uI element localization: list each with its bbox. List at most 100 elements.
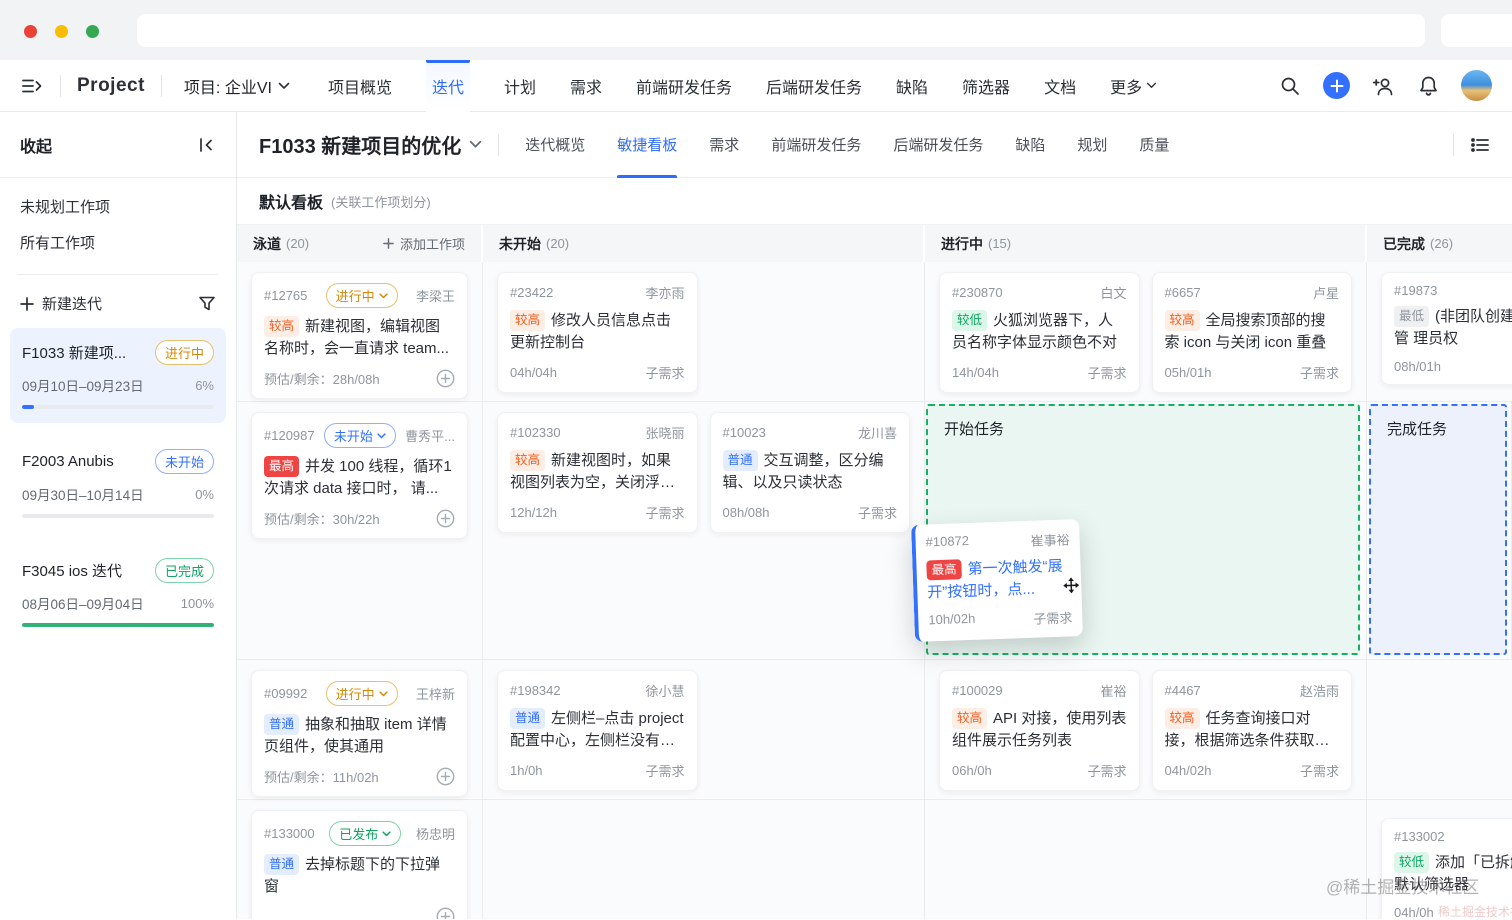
priority-badge: 较高 — [1165, 708, 1200, 729]
circle-plus-icon[interactable] — [436, 509, 455, 528]
task-card[interactable]: #09992 进行中 王梓新 普通抽象和抽取 item 详情页组件，使其通用 预… — [251, 670, 468, 797]
board-list-view-icon[interactable] — [1470, 136, 1490, 154]
cell-todo: #23422李亦雨 较高修改人员信息点击更新控制台 04h/04h子需求 — [483, 262, 925, 409]
card-id: #23422 — [510, 285, 553, 300]
chevron-down-icon — [1146, 82, 1157, 89]
task-card[interactable]: #100029崔裕 较高API 对接，使用列表组件展示任务列表 06h/0h子需… — [939, 670, 1140, 791]
nav-item-docs[interactable]: 文档 — [1044, 60, 1076, 112]
cell-todo: #198342徐小慧 普通左侧栏–点击 project 配置中心，左侧栏没有选中… — [483, 660, 925, 807]
nav-item-more[interactable]: 更多 — [1110, 60, 1157, 112]
task-card[interactable]: #23422李亦雨 较高修改人员信息点击更新控制台 04h/04h子需求 — [497, 272, 698, 393]
nav-item-plan[interactable]: 计划 — [504, 60, 536, 112]
task-card[interactable]: #102330张晓丽 较高新建视图时，如果视图列表为空，关闭浮窗时 12h/12… — [497, 412, 698, 533]
tab-agile-board[interactable]: 敏捷看板 — [617, 112, 677, 178]
plus-icon — [20, 297, 34, 311]
status-pill[interactable]: 进行中 — [326, 681, 398, 706]
task-card[interactable]: #120987 未开始 曹秀平... 最高并发 100 线程，循环1次请求 da… — [251, 412, 468, 539]
status-pill[interactable]: 已发布 — [329, 821, 401, 846]
top-nav: 项目概览 迭代 计划 需求 前端研发任务 后端研发任务 缺陷 筛选器 文档 更多 — [328, 60, 1157, 112]
tab-quality[interactable]: 质量 — [1139, 112, 1169, 178]
minimize-window-button[interactable] — [55, 25, 68, 38]
new-sprint-button[interactable]: 新建迭代 — [20, 293, 102, 314]
sprint-item-f3045[interactable]: F3045 ios 迭代 已完成 08月06日–09月04日 100% — [10, 546, 226, 641]
tab-defects[interactable]: 缺陷 — [1015, 112, 1045, 178]
task-card[interactable]: #19873 最低(非团队创建 project 管 理员权 08h/01h — [1381, 272, 1512, 385]
priority-badge: 较高 — [510, 310, 545, 331]
circle-plus-icon[interactable] — [436, 369, 455, 388]
priority-badge: 普通 — [264, 714, 299, 735]
task-card[interactable]: #4467赵浩雨 较高任务查询接口对接，根据筛选条件获取列表数据 04h/02h… — [1152, 670, 1353, 791]
task-card[interactable]: #133000 已发布 杨忠明 普通去掉标题下的下拉弹窗 — [251, 810, 468, 919]
maximize-window-button[interactable] — [86, 25, 99, 38]
nav-item-project-overview[interactable]: 项目概览 — [328, 60, 392, 112]
dragged-task-card[interactable]: #10872崔事裕 最高第一次触发“展开”按钮时，点... 10h/02h子需求 — [911, 519, 1083, 641]
status-pill[interactable]: 未开始 — [324, 423, 396, 448]
cell-swimlane: #120987 未开始 曹秀平... 最高并发 100 线程，循环1次请求 da… — [237, 402, 483, 659]
priority-badge: 普通 — [264, 854, 299, 875]
cell-doing — [925, 800, 1367, 919]
task-card[interactable]: #6657卢星 较高全局搜索顶部的搜索 icon 与关闭 icon 重叠 05h… — [1152, 272, 1353, 393]
status-pill[interactable]: 进行中 — [326, 283, 398, 308]
card-hours: 30h/22h — [333, 512, 380, 527]
sprint-progress-bar — [22, 405, 214, 409]
collapse-sidebar-icon[interactable] — [198, 137, 216, 153]
task-card[interactable]: #133002 较低添加「已拆解」组件默认筛选器 04h/0h — [1381, 818, 1512, 919]
task-card[interactable]: #10023龙川喜 普通交互调整，区分编辑、以及只读状态 08h/08h子需求 — [710, 412, 911, 533]
circle-plus-icon[interactable] — [436, 907, 455, 919]
close-window-button[interactable] — [24, 25, 37, 38]
subtask-tag: 子需求 — [1087, 363, 1126, 382]
filter-funnel-icon[interactable] — [198, 295, 216, 312]
add-work-item-button[interactable]: 添加工作项 — [383, 234, 465, 253]
card-assignee: 王梓新 — [416, 684, 455, 703]
task-card[interactable]: #12765 进行中 李梁王 较高新建视图，编辑视图名称时，会一直请求 team… — [251, 272, 468, 399]
search-icon[interactable] — [1279, 75, 1301, 97]
nav-item-requirements[interactable]: 需求 — [570, 60, 602, 112]
invite-member-icon[interactable] — [1372, 75, 1396, 97]
divider — [498, 134, 499, 156]
card-hours: 06h/0h — [952, 763, 992, 778]
sidebar-toggle-icon[interactable] — [20, 74, 44, 98]
nav-item-iteration[interactable]: 迭代 — [426, 60, 470, 112]
avatar[interactable] — [1461, 70, 1492, 101]
tab-frontend-tasks[interactable]: 前端研发任务 — [771, 112, 861, 178]
subtask-tag: 子需求 — [858, 503, 897, 522]
column-title: 进行中 — [941, 234, 983, 254]
swimlane-row: #12765 进行中 李梁王 较高新建视图，编辑视图名称时，会一直请求 team… — [237, 262, 1512, 402]
priority-badge: 普通 — [723, 450, 758, 471]
address-bar[interactable] — [137, 14, 1425, 47]
nav-item-filters[interactable]: 筛选器 — [962, 60, 1010, 112]
create-button[interactable] — [1323, 72, 1350, 99]
drop-zone-finish-task[interactable]: 完成任务 — [1369, 404, 1507, 655]
column-count: (15) — [988, 236, 1011, 251]
move-cursor-icon — [1063, 577, 1080, 594]
sidebar-item-unplanned[interactable]: 未规划工作项 — [20, 190, 216, 226]
nav-item-defects[interactable]: 缺陷 — [896, 60, 928, 112]
sprint-dates: 09月10日–09月23日 — [22, 375, 144, 395]
tab-backend-tasks[interactable]: 后端研发任务 — [893, 112, 983, 178]
sprint-item-f2003[interactable]: F2003 Anubis 未开始 09月30日–10月14日 0% — [10, 437, 226, 532]
nav-item-frontend-tasks[interactable]: 前端研发任务 — [636, 60, 732, 112]
cell-done: #19873 最低(非团队创建 project 管 理员权 08h/01h — [1367, 262, 1512, 409]
status-pill-label: 已发布 — [339, 824, 378, 843]
card-id: #198342 — [510, 683, 561, 698]
circle-plus-icon[interactable] — [436, 767, 455, 786]
task-card[interactable]: #230870白文 较低火狐浏览器下，人员名称字体显示颜色不对 14h/04h子… — [939, 272, 1140, 393]
card-hours: 14h/04h — [952, 365, 999, 380]
card-id: #10872 — [925, 533, 969, 554]
card-id: #19873 — [1394, 283, 1437, 298]
nav-item-backend-tasks[interactable]: 后端研发任务 — [766, 60, 862, 112]
sprint-title-dropdown[interactable]: F1033 新建项目的优化 — [259, 130, 482, 159]
sprint-status-badge: 进行中 — [155, 340, 214, 365]
task-card[interactable]: #198342徐小慧 普通左侧栏–点击 project 配置中心，左侧栏没有选中… — [497, 670, 698, 791]
collapse-label: 收起 — [20, 133, 52, 157]
sidebar-item-all-items[interactable]: 所有工作项 — [20, 226, 216, 262]
column-header-doing: 进行中 (15) — [925, 225, 1365, 262]
sprint-item-f1033[interactable]: F1033 新建项... 进行中 09月10日–09月23日 6% — [10, 328, 226, 423]
project-select[interactable]: 项目: 企业VI — [184, 74, 290, 98]
card-hours: 11h/02h — [333, 770, 379, 785]
tab-planning[interactable]: 规划 — [1077, 112, 1107, 178]
tab-iteration-overview[interactable]: 迭代概览 — [525, 112, 585, 178]
swimlane-row: #120987 未开始 曹秀平... 最高并发 100 线程，循环1次请求 da… — [237, 402, 1512, 660]
tab-requirements[interactable]: 需求 — [709, 112, 739, 178]
notifications-bell-icon[interactable] — [1418, 75, 1439, 97]
